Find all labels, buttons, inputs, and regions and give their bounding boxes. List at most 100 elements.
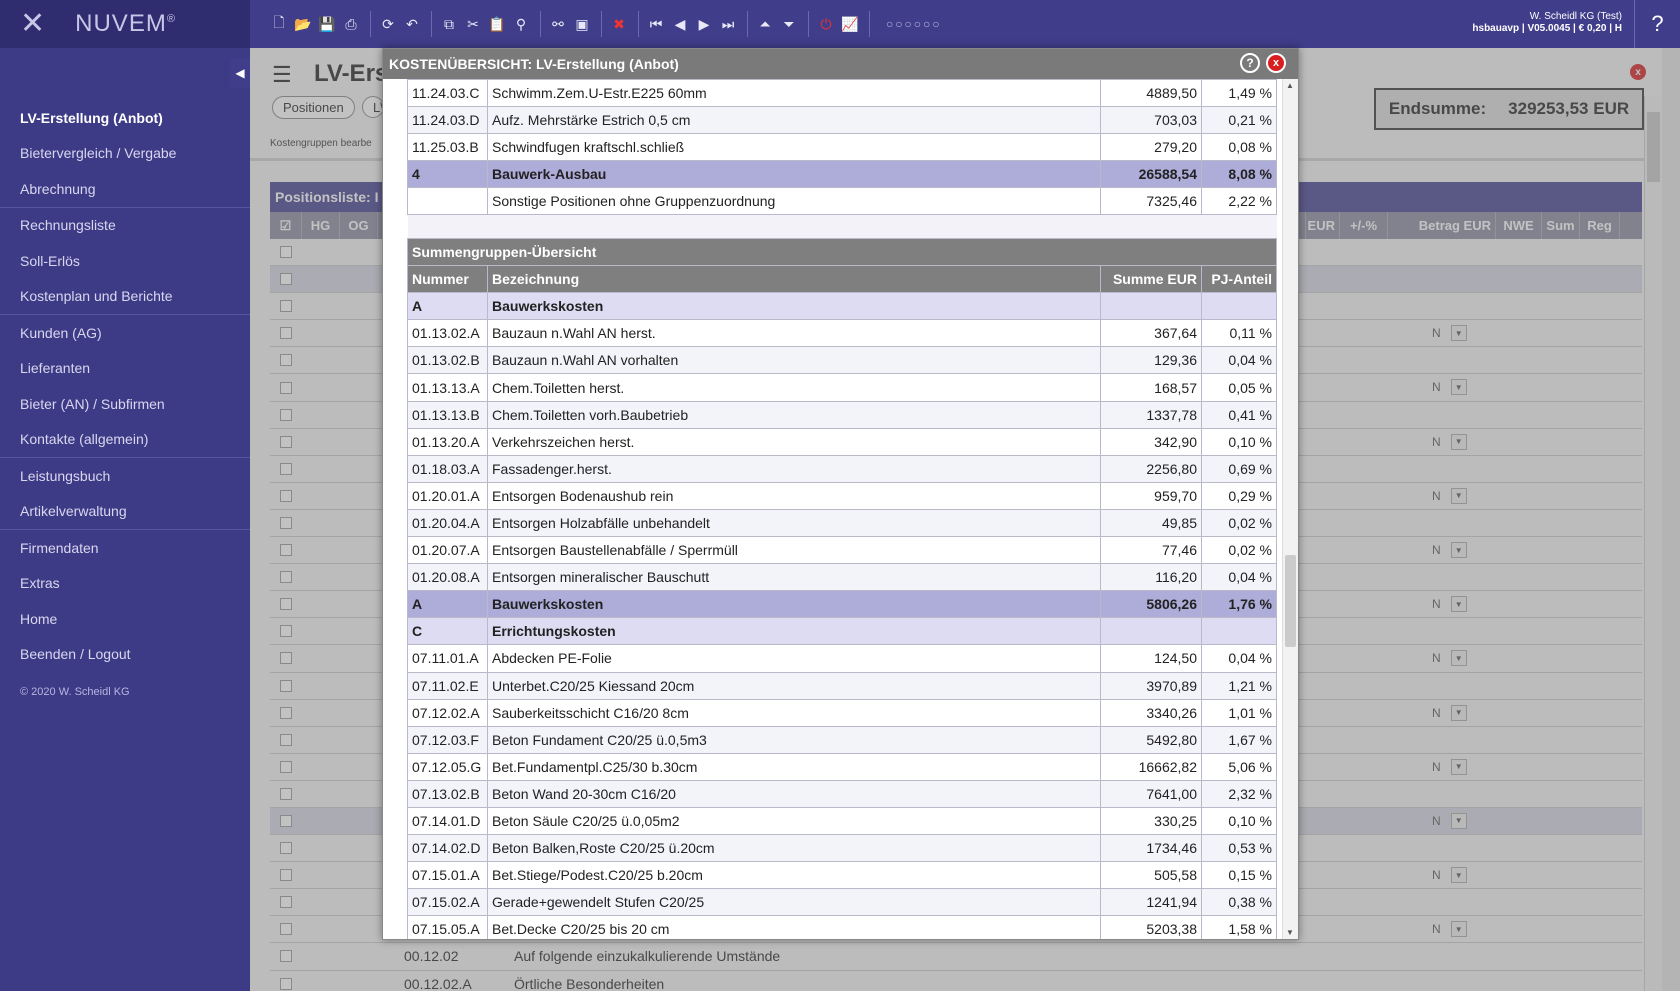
toolbar-separator (747, 11, 748, 37)
row-description: Chem.Toiletten vorh.Baubetrieb (487, 400, 1101, 429)
summengruppen-table: Summengruppen-Übersicht Nummer Bezeichnu… (407, 237, 1277, 939)
sidebar-item[interactable]: Rechnungsliste (0, 208, 250, 244)
logo[interactable]: ✕ NUVEM® (0, 0, 250, 48)
sidebar-item[interactable]: Extras (0, 566, 250, 602)
row-number: 11.24.03.C (407, 79, 488, 108)
copy-icon[interactable]: ⧉ (438, 13, 460, 35)
table-row: 07.15.02.A Gerade+gewendelt Stufen C20/25… (407, 888, 1277, 917)
row-description: Schwimm.Zem.U-Estr.E225 60mm (487, 79, 1101, 108)
last-record-icon[interactable]: ⏭ (717, 13, 739, 35)
clipboard-search-icon[interactable]: ⚲ (510, 13, 532, 35)
row-percentage: 0,04 % (1201, 644, 1277, 673)
table-row: 07.12.05.G Bet.Fundamentpl.C25/30 b.30cm 1… (407, 752, 1277, 781)
row-number: 01.13.20.A (407, 427, 488, 456)
edit-window-icon[interactable]: ▣ (571, 13, 593, 35)
row-number: 01.13.13.A (407, 373, 488, 402)
sidebar-item[interactable]: Leistungsbuch (0, 458, 250, 494)
binoculars-icon[interactable]: ⚯ (547, 13, 569, 35)
group-total-row: 4 Bauwerk-Ausbau 26588,54 8,08 % (407, 160, 1277, 189)
help-button[interactable]: ? (1634, 0, 1680, 48)
sidebar-item[interactable]: Firmendaten (0, 530, 250, 566)
sidebar-item[interactable]: Kontakte (allgemein) (0, 422, 250, 458)
row-number: A (407, 590, 488, 619)
collapse-all-icon[interactable]: ⏶ (754, 13, 776, 35)
sidebar-item[interactable]: Soll-Erlös (0, 243, 250, 279)
row-percentage: 2,32 % (1201, 779, 1277, 808)
row-description: Beton Balken,Roste C20/25 ü.20cm (487, 834, 1101, 863)
row-description: Fassadenger.herst. (487, 454, 1101, 483)
sidebar: ✕ NUVEM® LV-Erstellung (Anbot) Bieterverg… (0, 0, 250, 991)
row-description: Errichtungskosten (487, 617, 1101, 646)
power-icon[interactable]: ⏻ (815, 13, 837, 35)
row-percentage: 1,67 % (1201, 725, 1277, 754)
table-row: 07.15.01.A Bet.Stiege/Podest.C20/25 b.20c… (407, 861, 1277, 890)
new-document-icon[interactable]: 🗋 (268, 13, 290, 35)
sidebar-item[interactable]: Kostenplan und Berichte (0, 279, 250, 315)
chart-icon[interactable]: 📈 (839, 13, 861, 35)
row-description: Bauwerkskosten (487, 292, 1101, 321)
table-row: 07.14.02.D Beton Balken,Roste C20/25 ü.20… (407, 834, 1277, 863)
row-description: Beton Wand 20-30cm C16/20 (487, 779, 1101, 808)
first-record-icon[interactable]: ⏮ (645, 13, 667, 35)
user-info: W. Scheidl KG (Test) hsbauavp | V05.0045… (1472, 11, 1622, 35)
row-percentage: 0,04 % (1201, 563, 1277, 592)
table-row: Sonstige Positionen ohne Gruppenzuordnun… (407, 187, 1277, 216)
delete-icon[interactable]: ✖ (608, 13, 630, 35)
sidebar-item[interactable]: Lieferanten (0, 351, 250, 387)
sidebar-item[interactable]: LV-Erstellung (Anbot) (0, 100, 250, 136)
sidebar-collapse-button[interactable]: ◀ (230, 58, 250, 88)
next-record-icon[interactable]: ▶ (693, 13, 715, 35)
row-sum: 330,25 (1100, 806, 1202, 836)
dialog-scrollbar[interactable]: ▲ ▼ (1282, 79, 1298, 939)
table-row: 01.18.03.A Fassadenger.herst. 2256,80 0,69 … (407, 454, 1277, 483)
table-row: 07.11.01.A Abdecken PE-Folie 124,50 0,04 % (407, 644, 1277, 673)
sidebar-item[interactable]: Home (0, 601, 250, 637)
row-sum: 367,64 (1100, 319, 1202, 348)
sidebar-item[interactable]: Bietervergleich / Vergabe (0, 136, 250, 172)
row-description: Bet.Stiege/Podest.C20/25 b.20cm (487, 861, 1101, 890)
brand-mark: ® (166, 13, 176, 25)
scroll-up-icon[interactable]: ▲ (1286, 81, 1294, 90)
previous-record-icon[interactable]: ◀ (669, 13, 691, 35)
row-number: 07.15.01.A (407, 861, 488, 890)
dialog-scrollbar-thumb[interactable] (1285, 555, 1296, 647)
close-button[interactable]: x (1266, 53, 1286, 73)
row-description: Bauzaun n.Wahl AN vorhalten (487, 346, 1101, 375)
expand-all-icon[interactable]: ⏷ (778, 13, 800, 35)
row-percentage: 0,10 % (1201, 806, 1277, 836)
cut-icon[interactable]: ✂ (462, 13, 484, 35)
undo-icon[interactable]: ↶ (401, 13, 423, 35)
paste-icon[interactable]: 📋 (486, 13, 508, 35)
table-row: 07.15.05.A Bet.Decke C20/25 bis 20 cm 5203… (407, 915, 1277, 939)
print-icon[interactable]: ⎙ (340, 13, 362, 35)
table-row: 01.13.02.A Bauzaun n.Wahl AN herst. 367,64… (407, 319, 1277, 348)
row-percentage: 0,02 % (1201, 508, 1277, 538)
sidebar-item[interactable]: Kunden (AG) (0, 315, 250, 351)
row-percentage: 0,15 % (1201, 861, 1277, 890)
table-row: 01.13.13.A Chem.Toiletten herst. 168,57 0,0… (407, 373, 1277, 402)
scroll-down-icon[interactable]: ▼ (1286, 928, 1294, 937)
table-row: 11.25.03.B Schwindfugen kraftschl.schließ… (407, 133, 1277, 162)
help-icon[interactable]: ? (1240, 53, 1260, 73)
row-number: 01.13.13.B (407, 400, 488, 429)
row-sum: 5492,80 (1100, 725, 1202, 754)
open-folder-icon[interactable]: 📂 (292, 13, 314, 35)
save-icon[interactable]: 💾 (316, 13, 338, 35)
row-description: Entsorgen Baustellenabfälle / Sperrmüll (487, 536, 1101, 565)
sidebar-item[interactable]: Bieter (AN) / Subfirmen (0, 386, 250, 422)
group-total-row: A Bauwerkskosten 5806,26 1,76 % (407, 590, 1277, 619)
sidebar-item[interactable]: Abrechnung (0, 171, 250, 207)
refresh-icon[interactable]: ⟳ (377, 13, 399, 35)
sidebar-item[interactable]: Artikelverwaltung (0, 494, 250, 530)
row-number (407, 187, 488, 216)
toolbar-separator (431, 11, 432, 37)
brand-name: NUVEM (75, 10, 167, 37)
row-sum: 26588,54 (1100, 160, 1202, 189)
row-description: Entsorgen mineralischer Bauschutt (487, 563, 1101, 592)
sidebar-item[interactable]: Beenden / Logout (0, 637, 250, 673)
row-description: Gerade+gewendelt Stufen C20/25 (487, 888, 1101, 917)
row-sum: 342,90 (1100, 427, 1202, 456)
row-percentage (1201, 617, 1277, 646)
row-percentage: 1,21 % (1201, 671, 1277, 700)
col-summe: Summe EUR (1100, 265, 1202, 294)
